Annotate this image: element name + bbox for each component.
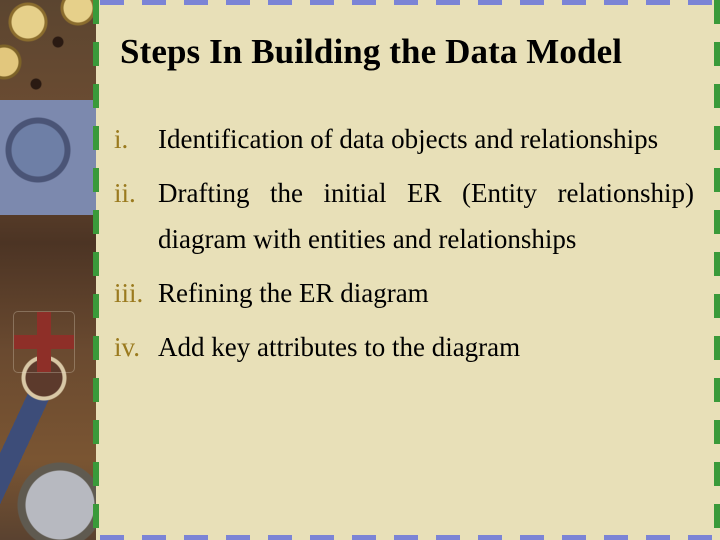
list-item-number: iv. xyxy=(114,332,140,362)
dashed-border-left xyxy=(93,0,99,540)
list-item: ii. Drafting the initial ER (Entity rela… xyxy=(114,170,694,262)
list-item-text: Refining the ER diagram xyxy=(158,278,429,308)
list-item: iii. Refining the ER diagram xyxy=(114,270,694,316)
dashed-border-right xyxy=(714,0,720,540)
decorative-medals-photo xyxy=(0,0,96,540)
list-item-number: i. xyxy=(114,124,129,154)
medal-cross-icon xyxy=(13,311,75,373)
list-item: i. Identification of data objects and re… xyxy=(114,116,694,162)
dashed-border-bottom xyxy=(100,535,714,540)
list-item: iv. Add key attributes to the diagram xyxy=(114,324,694,370)
slide-title: Steps In Building the Data Model xyxy=(120,32,623,71)
list-item-number: iii. xyxy=(114,278,144,308)
list-item-number: ii. xyxy=(114,178,136,208)
list-item-text: Identification of data objects and relat… xyxy=(158,124,659,154)
dashed-border-top xyxy=(100,0,714,5)
list-item-text: Add key attributes to the diagram xyxy=(158,332,521,362)
steps-list: i. Identification of data objects and re… xyxy=(114,116,694,370)
list-item-text: Drafting the initial ER (Entity relation… xyxy=(158,178,694,254)
